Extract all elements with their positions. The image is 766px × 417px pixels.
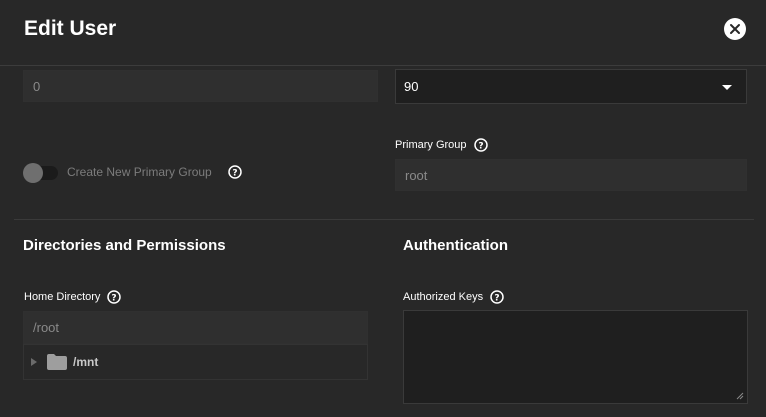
section-divider	[14, 219, 754, 220]
resize-handle-icon[interactable]	[736, 392, 744, 400]
create-group-toggle-knob[interactable]	[23, 163, 43, 183]
help-icon[interactable]: ?	[107, 290, 122, 304]
home-directory-label-text: Home Directory	[24, 291, 101, 303]
authorized-keys-label-text: Authorized Keys	[403, 291, 484, 303]
primary-group-value: root	[405, 167, 428, 183]
primary-group-label: Primary Group ?	[395, 138, 488, 152]
uid-value: 0	[33, 78, 41, 94]
authorized-keys-textarea[interactable]	[403, 310, 748, 404]
expand-arrow-icon[interactable]	[31, 358, 37, 366]
chevron-down-icon	[722, 85, 732, 90]
home-directory-value: /root	[33, 320, 60, 335]
close-icon	[730, 24, 740, 34]
help-icon[interactable]: ?	[473, 138, 488, 152]
folder-icon	[47, 354, 67, 370]
directories-section-title: Directories and Permissions	[23, 237, 226, 254]
authorized-keys-label: Authorized Keys ?	[403, 290, 504, 304]
create-group-label-text: Create New Primary Group	[67, 165, 212, 179]
home-directory-input[interactable]: /root	[23, 311, 368, 344]
close-button[interactable]	[724, 18, 746, 40]
group-select[interactable]: 90	[395, 69, 747, 104]
create-group-label: Create New Primary Group ?	[67, 165, 242, 179]
dialog-header: Edit User	[0, 0, 766, 66]
primary-group-label-text: Primary Group	[395, 139, 467, 151]
svg-text:?: ?	[478, 142, 483, 152]
home-directory-label: Home Directory ?	[24, 290, 122, 304]
dialog-title: Edit User	[24, 17, 117, 40]
primary-group-input[interactable]: root	[395, 159, 747, 191]
tree-item-label: /mnt	[73, 355, 99, 369]
svg-text:?: ?	[232, 169, 237, 179]
svg-text:?: ?	[112, 294, 117, 304]
authentication-section-title: Authentication	[403, 237, 508, 254]
directory-tree-item[interactable]: /mnt	[23, 344, 368, 380]
svg-text:?: ?	[494, 294, 499, 304]
help-icon[interactable]: ?	[490, 290, 504, 304]
help-icon[interactable]: ?	[227, 165, 242, 179]
uid-input[interactable]: 0	[23, 70, 378, 102]
group-select-value: 90	[404, 79, 419, 94]
